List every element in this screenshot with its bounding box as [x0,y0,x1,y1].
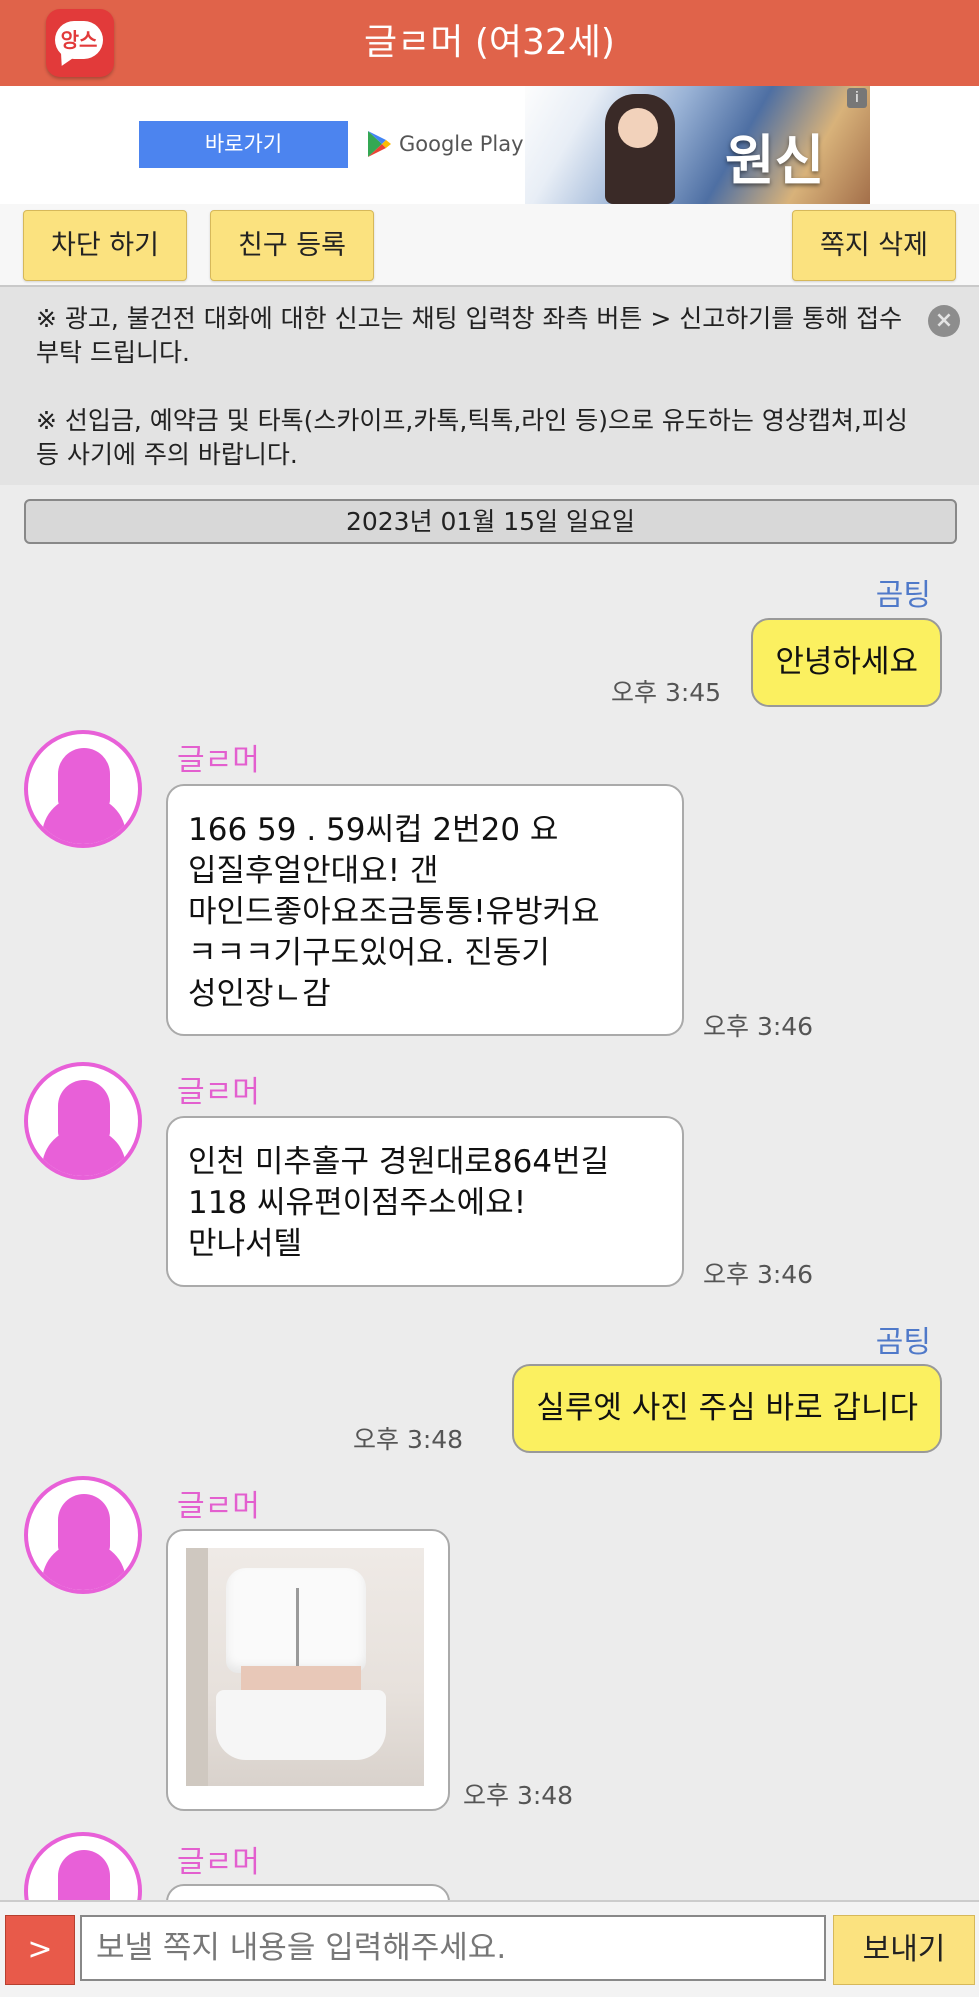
avatar[interactable] [24,1476,142,1594]
add-friend-button[interactable]: 친구 등록 [210,210,374,281]
message-time: 오후 3:45 [611,678,722,707]
chat-bubble-her: 인천 미추홀구 경원대로864번길 118 씨유편이점주소에요! 만나서텔 [166,1116,684,1287]
google-play-icon [368,131,391,157]
message-time: 오후 3:46 [703,1260,814,1289]
app-header: 앙스 글ㄹ머 (여32세) [0,0,979,86]
sender-name-her: 글ㄹ머 [177,1075,260,1110]
sender-name-me: 곰팅 [875,578,931,613]
sender-name-her: 글ㄹ머 [177,743,260,778]
action-bar: 차단 하기 친구 등록 쪽지 삭제 [0,204,979,287]
date-divider: 2023년 01월 15일 일요일 [24,499,957,544]
block-button[interactable]: 차단 하기 [23,210,187,281]
delete-message-button[interactable]: 쪽지 삭제 [792,210,956,281]
notice-panel: ※ 광고, 불건전 대화에 대한 신고는 채팅 입력창 좌측 버튼 > 신고하기… [0,287,979,485]
send-button[interactable]: 보내기 [833,1915,975,1985]
avatar[interactable] [24,1062,142,1180]
sender-name-me: 곰팅 [875,1325,931,1360]
ad-artwork[interactable]: 원신 i [525,86,870,204]
chat-bubble-me: 실루엣 사진 주심 바로 갑니다 [512,1364,942,1453]
chat-bubble-her: 166 59 . 59씨컵 2번20 요 입질후얼안대요! 갠 마인드좋아요조금… [166,784,684,1036]
close-notice-icon[interactable]: × [928,305,960,337]
ad-game-title: 원신 [725,128,825,192]
report-menu-button[interactable]: > [5,1915,75,1985]
message-input[interactable] [80,1915,826,1981]
google-play-label: Google Play [399,132,524,156]
sender-name-her: 글ㄹ머 [177,1489,260,1524]
message-time: 오후 3:46 [703,1012,814,1041]
notice-report-text: ※ 광고, 불건전 대화에 대한 신고는 채팅 입력창 좌측 버튼 > 신고하기… [36,304,903,367]
ad-info-icon[interactable]: i [847,88,867,108]
page-title: 글ㄹ머 (여32세) [364,22,615,63]
ad-go-button[interactable]: 바로가기 [139,121,348,168]
ad-banner[interactable]: 바로가기 Google Play 원신 i [0,86,979,206]
chat-bubble-me: 안녕하세요 [751,618,942,707]
message-time: 오후 3:48 [353,1425,464,1454]
message-input-bar: > 보내기 [0,1900,979,1997]
avatar[interactable] [24,730,142,848]
sender-name-her: 글ㄹ머 [177,1845,260,1880]
photo-attachment[interactable] [186,1548,424,1786]
notice-fraud-text: ※ 선입금, 예약금 및 타톡(스카이프,카톡,틱톡,라인 등)으로 유도하는 … [36,406,908,469]
message-time: 오후 3:48 [463,1781,574,1810]
